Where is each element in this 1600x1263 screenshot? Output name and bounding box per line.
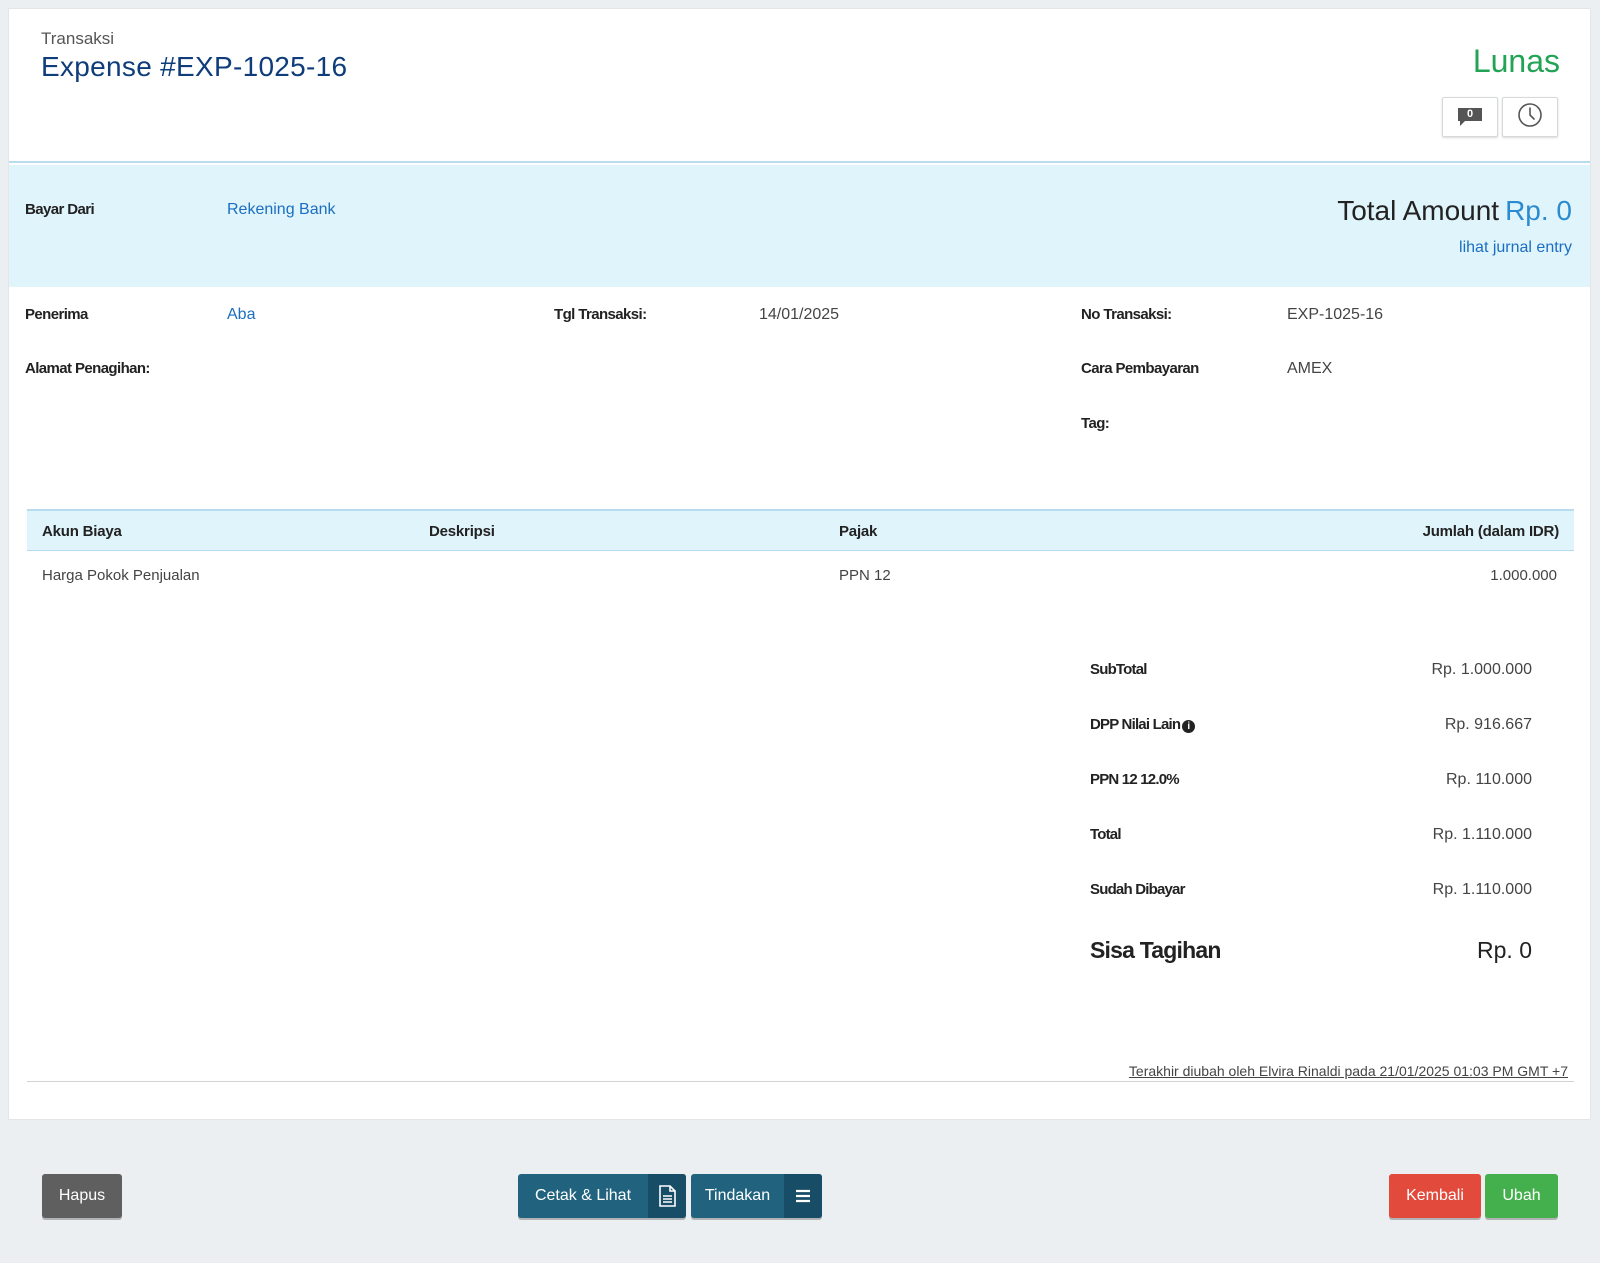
column-header-pajak: Pajak xyxy=(839,523,878,540)
ppn-value: Rp. 110.000 xyxy=(1446,771,1532,788)
no-transaksi-value: EXP-1025-16 xyxy=(1287,306,1384,323)
tgl-transaksi-value: 14/01/2025 xyxy=(759,306,840,323)
print-view-label: Cetak & Lihat xyxy=(534,1187,632,1204)
subtotal-value: Rp. 1.000.000 xyxy=(1431,661,1532,678)
tgl-transaksi-label: Tgl Transaksi: xyxy=(554,306,647,323)
dpp-value: Rp. 916.667 xyxy=(1444,716,1532,733)
transaction-card: Transaksi Expense #EXP-1025-16 Lunas 0 B… xyxy=(8,8,1591,1120)
total-amount: Total Amount Rp. 0 xyxy=(1337,195,1572,227)
sisa-tagihan-value: Rp. 0 xyxy=(1477,937,1532,963)
document-icon xyxy=(648,1174,686,1218)
menu-icon xyxy=(784,1174,822,1218)
journal-entry-link[interactable]: lihat jurnal entry xyxy=(1459,239,1572,257)
edit-button[interactable]: Ubah xyxy=(1485,1174,1558,1218)
column-header-jumlah: Jumlah (dalam IDR) xyxy=(1422,523,1560,540)
total-value: Rp. 1.110.000 xyxy=(1432,826,1532,843)
actions-label: Tindakan xyxy=(704,1187,771,1204)
total-amount-label: Total Amount xyxy=(1337,195,1500,226)
column-header-akun: Akun Biaya xyxy=(42,523,122,540)
last-modified-note[interactable]: Terakhir diubah oleh Elvira Rinaldi pada… xyxy=(1129,1063,1568,1079)
comments-button[interactable]: 0 xyxy=(1442,97,1498,137)
row-pajak: PPN 12 xyxy=(839,567,891,584)
total-label: Total xyxy=(1090,826,1122,843)
page-title: Expense #EXP-1025-16 xyxy=(41,51,348,82)
subtotal-label: SubTotal xyxy=(1090,661,1147,678)
bayar-dari-label: Bayar Dari xyxy=(25,201,95,218)
breadcrumb[interactable]: Transaksi xyxy=(41,29,114,49)
sudah-dibayar-label: Sudah Dibayar xyxy=(1090,881,1185,898)
alamat-label: Alamat Penagihan: xyxy=(25,360,150,377)
bayar-dari-link[interactable]: Rekening Bank xyxy=(227,201,336,219)
no-transaksi-label: No Transaksi: xyxy=(1081,306,1172,323)
back-button[interactable]: Kembali xyxy=(1389,1174,1481,1218)
delete-button[interactable]: Hapus xyxy=(42,1174,122,1218)
dpp-label: DPP Nilai Lain i xyxy=(1090,716,1196,733)
comment-count: 0 xyxy=(1466,108,1474,120)
table-header: Akun Biaya Deskripsi Pajak Jumlah (dalam… xyxy=(27,509,1574,551)
print-view-button[interactable]: Cetak & Lihat xyxy=(518,1174,686,1218)
status-badge: Lunas xyxy=(1472,43,1560,79)
info-icon[interactable]: i xyxy=(1182,720,1196,733)
dpp-label-text: DPP Nilai Lain xyxy=(1090,716,1181,733)
cara-pembayaran-label: Cara Pembayaran xyxy=(1081,360,1199,377)
row-jumlah: 1.000.000 xyxy=(1490,567,1557,584)
row-akun-link[interactable]: Harga Pokok Penjualan xyxy=(42,567,200,584)
payment-summary-band: Bayar Dari Rekening Bank Total Amount Rp.… xyxy=(9,165,1590,287)
penerima-link[interactable]: Aba xyxy=(227,306,255,324)
clock-icon xyxy=(1517,102,1543,133)
column-header-deskripsi: Deskripsi xyxy=(429,523,495,540)
total-amount-value: Rp. 0 xyxy=(1505,195,1572,226)
cara-pembayaran-value: AMEX xyxy=(1287,360,1333,377)
penerima-label: Penerima xyxy=(25,306,88,323)
actions-button[interactable]: Tindakan xyxy=(691,1174,822,1218)
history-button[interactable] xyxy=(1502,97,1558,137)
tag-label: Tag: xyxy=(1081,415,1110,432)
ppn-label: PPN 12 12.0% xyxy=(1090,771,1180,788)
sisa-tagihan-label: Sisa Tagihan xyxy=(1090,937,1221,963)
comment-icon: 0 xyxy=(1457,107,1483,127)
divider xyxy=(27,1081,1574,1082)
page-header: Transaksi Expense #EXP-1025-16 Lunas 0 xyxy=(9,9,1590,163)
sudah-dibayar-value: Rp. 1.110.000 xyxy=(1432,881,1532,898)
